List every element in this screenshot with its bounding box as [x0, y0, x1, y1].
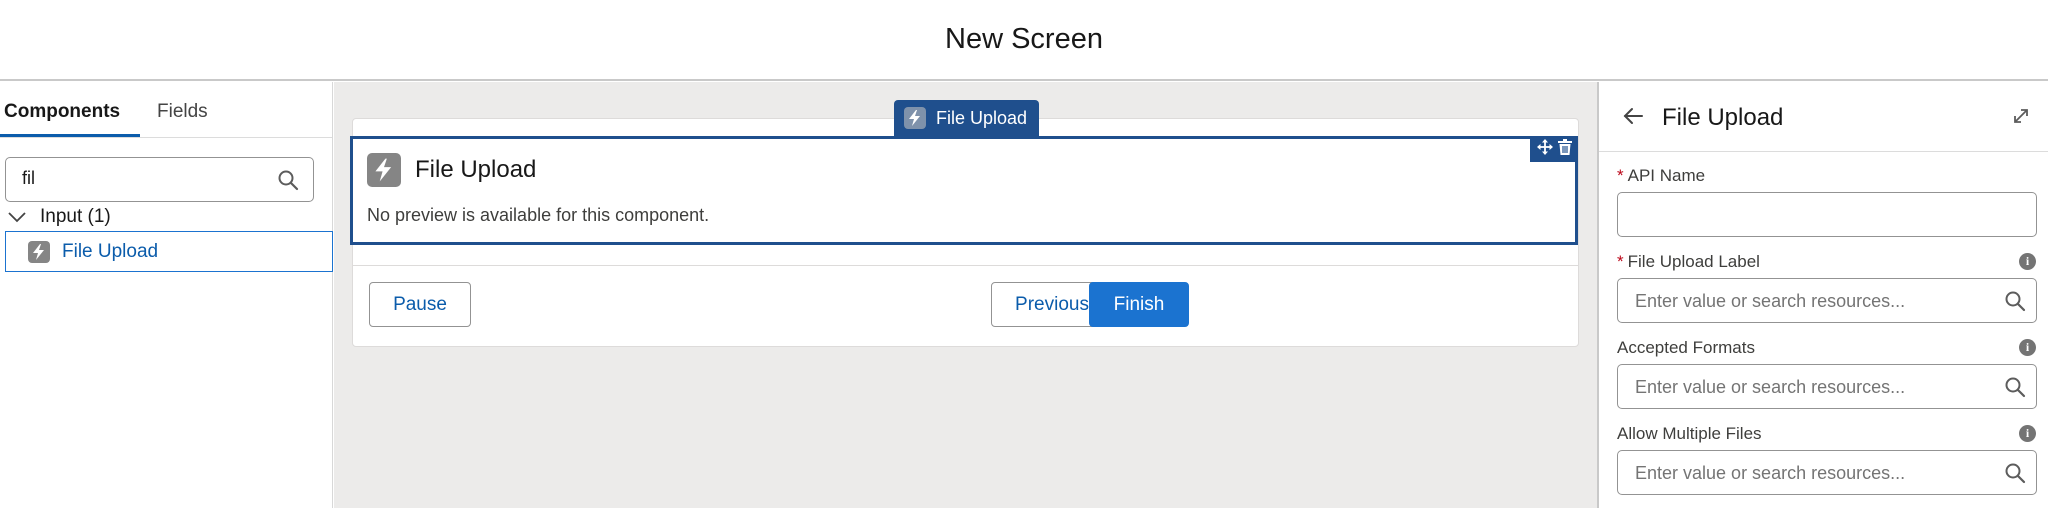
search-icon[interactable]: [277, 169, 299, 196]
component-title: File Upload: [415, 156, 537, 183]
lightning-icon: [367, 153, 401, 187]
component-preview-note: No preview is available for this compone…: [367, 205, 710, 225]
search-icon[interactable]: [2004, 376, 2026, 403]
tab-bar: Components Fields: [0, 82, 332, 138]
component-item-file-upload[interactable]: File Upload: [5, 231, 333, 272]
component-header: File Upload: [367, 153, 536, 187]
info-icon[interactable]: i: [2019, 253, 2036, 270]
search-icon[interactable]: [2004, 290, 2026, 317]
finish-button[interactable]: Finish: [1089, 282, 1189, 327]
info-icon[interactable]: i: [2019, 425, 2036, 442]
allow-multiple-files-label: Allow Multiple Files: [1617, 424, 1762, 443]
screen-canvas: Pause Previous Finish File Upload File U…: [334, 82, 1597, 508]
lightning-icon: [28, 240, 50, 263]
back-arrow-icon[interactable]: [1623, 107, 1643, 130]
properties-title: File Upload: [1662, 104, 1784, 131]
delete-icon[interactable]: [1557, 138, 1572, 160]
selected-component-tag: File Upload: [894, 100, 1040, 136]
components-panel: Components Fields Input (1) File Upload: [0, 82, 333, 508]
properties-panel: File Upload * API Name * File Upload Label…: [1597, 82, 2048, 508]
footer-divider: [353, 265, 1578, 266]
allow-multiple-files-input[interactable]: Enter value or search resources...: [1617, 450, 2037, 495]
input-placeholder: Enter value or search resources...: [1635, 377, 1906, 397]
api-name-label: * API Name: [1617, 166, 1706, 185]
search-input[interactable]: [22, 168, 262, 189]
input-placeholder: Enter value or search resources...: [1635, 463, 1906, 483]
accepted-formats-input[interactable]: Enter value or search resources...: [1617, 364, 2037, 409]
expand-icon[interactable]: [2012, 107, 2030, 130]
required-marker: *: [1617, 166, 1624, 185]
group-input[interactable]: Input (1): [6, 203, 111, 231]
accepted-formats-label: Accepted Formats: [1617, 338, 1755, 357]
move-icon[interactable]: [1536, 138, 1553, 160]
selected-component-tag-label: File Upload: [936, 107, 1028, 128]
selected-component[interactable]: File Upload No preview is available for …: [350, 136, 1578, 245]
lightning-icon: [904, 107, 926, 129]
pause-button[interactable]: Pause: [369, 282, 471, 327]
component-actions: [1530, 136, 1578, 162]
component-item-label: File Upload: [62, 240, 159, 262]
file-upload-label-input[interactable]: Enter value or search resources...: [1617, 278, 2037, 323]
chevron-down-icon[interactable]: [6, 206, 28, 228]
properties-header: File Upload: [1599, 82, 2048, 152]
group-label: Input (1): [40, 206, 111, 227]
input-placeholder: Enter value or search resources...: [1635, 291, 1906, 311]
required-marker: *: [1617, 252, 1624, 271]
page-header: New Screen: [0, 0, 2048, 81]
active-tab-indicator: [0, 134, 140, 137]
api-name-input[interactable]: [1617, 192, 2037, 237]
file-upload-label-label: * File Upload Label: [1617, 252, 1760, 271]
info-icon[interactable]: i: [2019, 339, 2036, 356]
tab-fields[interactable]: Fields: [157, 101, 208, 123]
search-icon[interactable]: [2004, 462, 2026, 489]
tab-components[interactable]: Components: [4, 101, 120, 123]
page-title: New Screen: [945, 22, 1103, 55]
component-search[interactable]: [5, 157, 314, 202]
